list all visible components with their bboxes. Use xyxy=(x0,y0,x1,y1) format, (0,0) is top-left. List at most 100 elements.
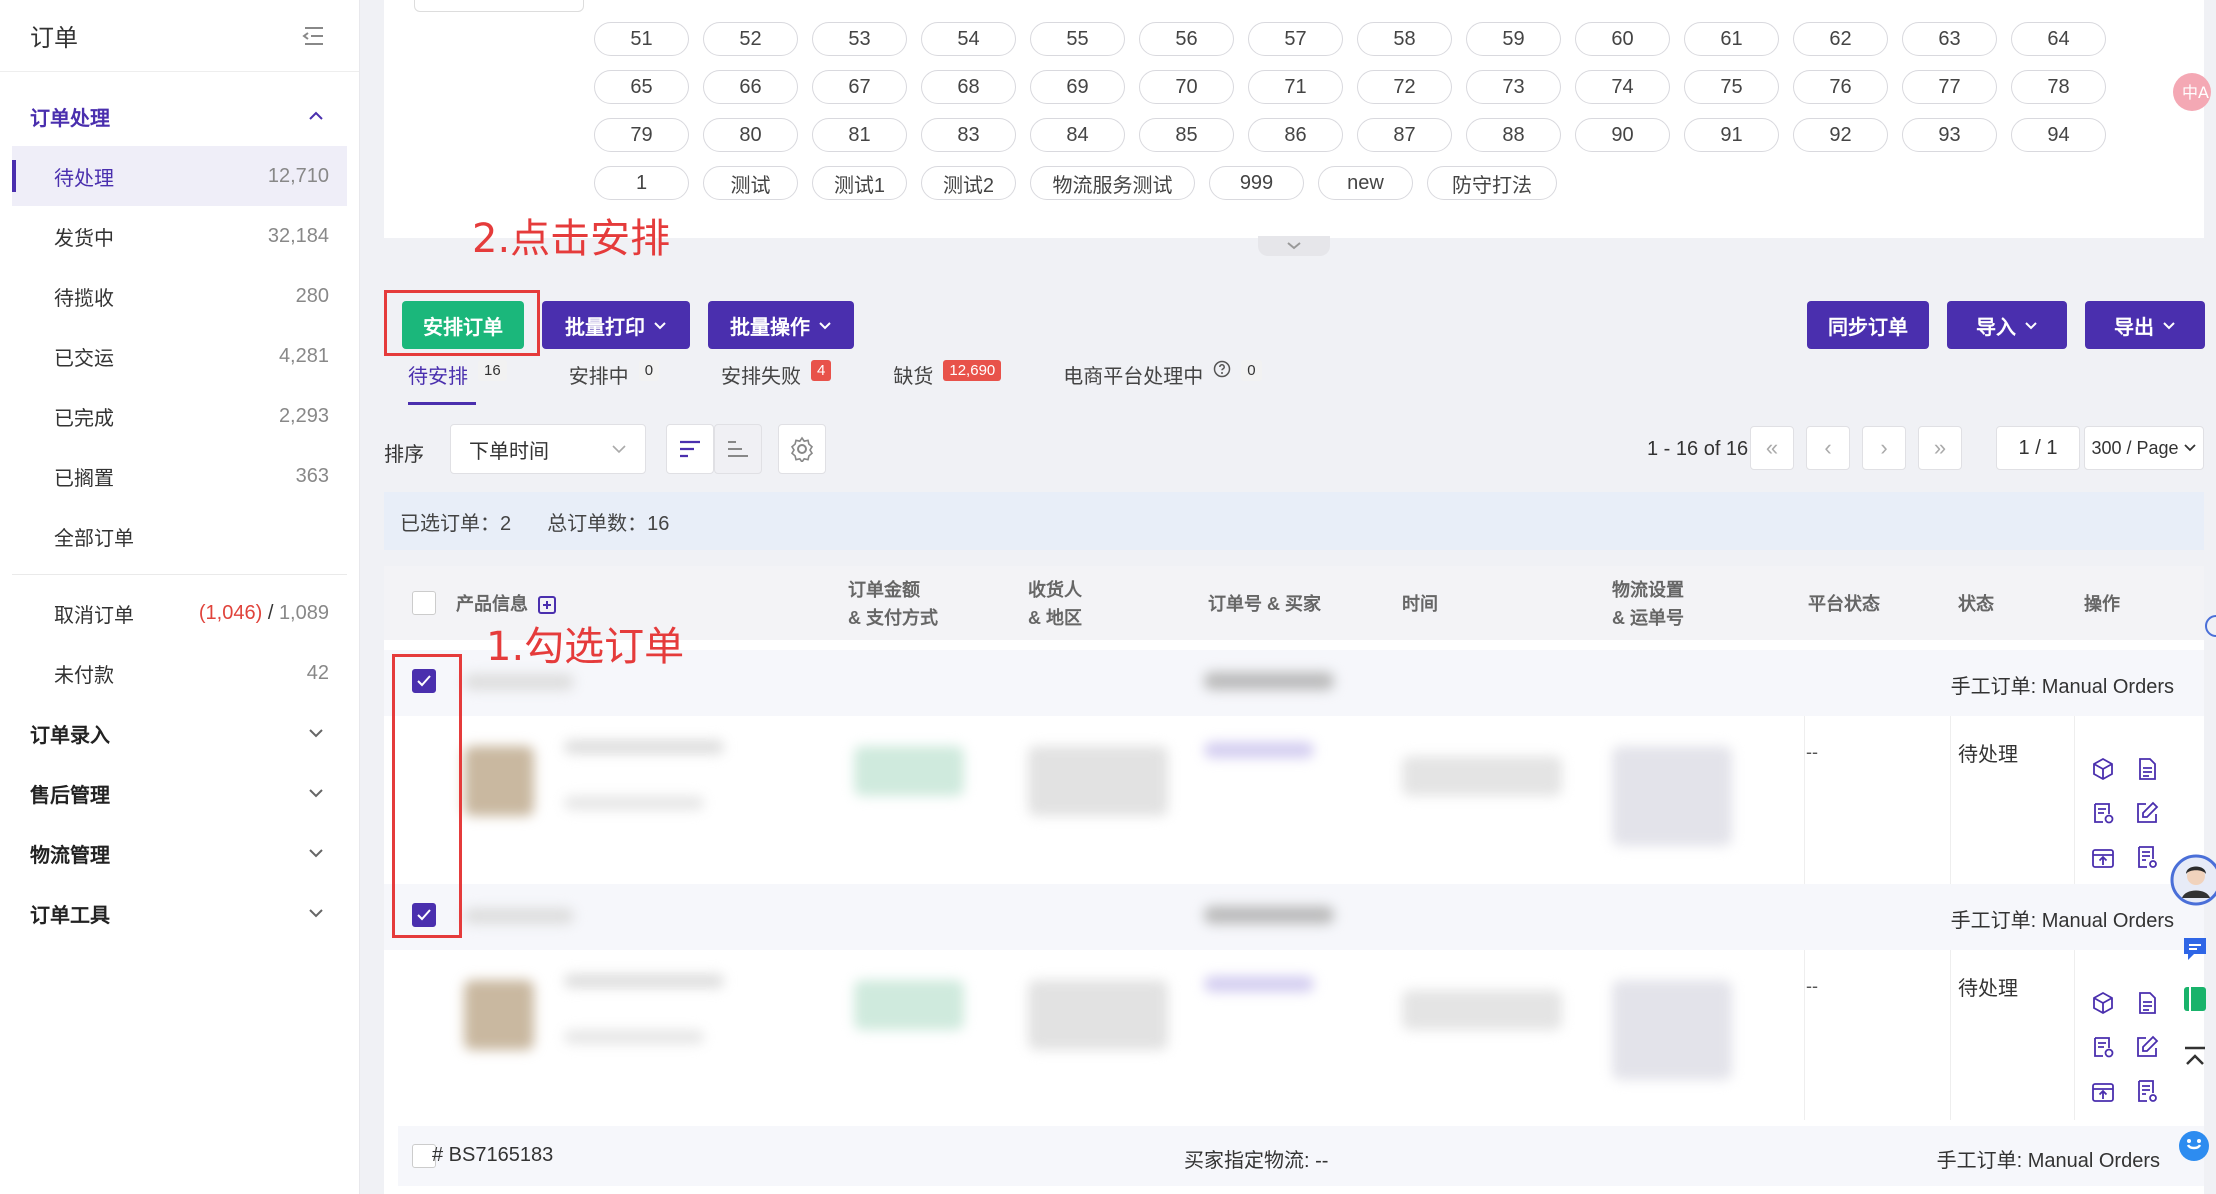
sidebar-group-after-sales[interactable]: 售后管理 xyxy=(0,763,359,823)
shop-chip[interactable]: 83 xyxy=(921,118,1016,152)
tab-arrange-failed[interactable]: 安排失败 4 xyxy=(721,360,832,410)
shop-chip[interactable]: 防守打法 xyxy=(1427,166,1557,200)
first-page-button[interactable]: « xyxy=(1750,426,1794,470)
shop-chip[interactable]: 51 xyxy=(594,22,689,56)
translate-icon[interactable]: 中A xyxy=(2172,72,2212,112)
expand-all-icon[interactable] xyxy=(538,596,556,615)
tab-to-arrange[interactable]: 待安排 16 xyxy=(408,360,507,410)
shop-chip[interactable]: 91 xyxy=(1684,118,1779,152)
shop-chip[interactable]: 53 xyxy=(812,22,907,56)
sidebar-item-on-hold[interactable]: 已搁置 363 xyxy=(12,446,347,506)
shop-chip[interactable]: 物流服务测试 xyxy=(1030,166,1195,200)
sort-ascending-button[interactable] xyxy=(714,424,762,474)
shop-chip[interactable]: 90 xyxy=(1575,118,1670,152)
sidebar-item-completed[interactable]: 已完成 2,293 xyxy=(12,386,347,446)
shop-chip[interactable]: 73 xyxy=(1466,70,1561,104)
shop-chip[interactable]: 71 xyxy=(1248,70,1343,104)
shop-chip[interactable]: 76 xyxy=(1793,70,1888,104)
shop-chip[interactable]: 68 xyxy=(921,70,1016,104)
batch-operations-button[interactable]: 批量操作 xyxy=(708,301,854,349)
shop-chip[interactable]: 69 xyxy=(1030,70,1125,104)
shop-chip[interactable]: 57 xyxy=(1248,22,1343,56)
tab-arranging[interactable]: 安排中 0 xyxy=(569,360,660,410)
sidebar-item-awaiting-pickup[interactable]: 待揽收 280 xyxy=(12,266,347,326)
shop-chip[interactable]: 64 xyxy=(2011,22,2106,56)
next-page-button[interactable]: › xyxy=(1862,426,1906,470)
shop-chip[interactable]: 75 xyxy=(1684,70,1779,104)
notes-icon[interactable] xyxy=(2134,844,2160,870)
sort-field-select[interactable]: 下单时间 xyxy=(450,424,646,474)
shop-chip[interactable]: 测试2 xyxy=(921,166,1016,200)
document-icon[interactable] xyxy=(2134,756,2160,782)
filter-field[interactable] xyxy=(414,0,584,12)
previous-page-button[interactable]: ‹ xyxy=(1806,426,1850,470)
expand-filter-toggle[interactable] xyxy=(1258,236,1330,256)
shop-chip[interactable]: 92 xyxy=(1793,118,1888,152)
shield-icon[interactable] xyxy=(2178,1130,2210,1162)
sidebar-group-order-processing[interactable]: 订单处理 xyxy=(0,86,359,146)
shop-chip[interactable]: 66 xyxy=(703,70,798,104)
shop-chip[interactable]: 85 xyxy=(1139,118,1234,152)
shop-chip[interactable]: 1 xyxy=(594,166,689,200)
column-settings-button[interactable] xyxy=(778,424,826,474)
notes-icon[interactable] xyxy=(2134,1078,2160,1104)
shop-chip[interactable]: 94 xyxy=(2011,118,2106,152)
shop-chip[interactable]: 55 xyxy=(1030,22,1125,56)
shop-chip[interactable]: 84 xyxy=(1030,118,1125,152)
edit-icon[interactable] xyxy=(2134,800,2160,826)
shop-chip[interactable]: 81 xyxy=(812,118,907,152)
sidebar-group-order-entry[interactable]: 订单录入 xyxy=(0,703,359,763)
shop-chip[interactable]: 999 xyxy=(1209,166,1304,200)
shop-chip[interactable]: 77 xyxy=(1902,70,1997,104)
shop-chip[interactable]: 93 xyxy=(1902,118,1997,152)
shop-chip[interactable]: 测试1 xyxy=(812,166,907,200)
shop-chip[interactable]: 62 xyxy=(1793,22,1888,56)
sidebar-item-handed-over[interactable]: 已交运 4,281 xyxy=(12,326,347,386)
tab-platform-processing[interactable]: 电商平台处理中 0 xyxy=(1063,360,1262,410)
shop-chip[interactable]: 65 xyxy=(594,70,689,104)
tab-out-of-stock[interactable]: 缺货 12,690 xyxy=(893,360,1002,410)
shop-chip[interactable]: 58 xyxy=(1357,22,1452,56)
shop-chip[interactable]: 70 xyxy=(1139,70,1234,104)
shop-chip[interactable]: 72 xyxy=(1357,70,1452,104)
upload-box-icon[interactable] xyxy=(2090,844,2116,870)
shop-chip[interactable]: 61 xyxy=(1684,22,1779,56)
shop-chip[interactable]: 54 xyxy=(921,22,1016,56)
help-icon[interactable] xyxy=(1213,360,1231,378)
shop-chip[interactable]: 87 xyxy=(1357,118,1452,152)
package-icon[interactable] xyxy=(2090,756,2116,782)
shop-chip[interactable]: 63 xyxy=(1902,22,1997,56)
select-all-checkbox[interactable] xyxy=(412,591,436,615)
list-settings-icon[interactable] xyxy=(2090,1034,2116,1060)
sidebar-item-pending[interactable]: 待处理 12,710 xyxy=(12,146,347,206)
shop-chip[interactable]: 80 xyxy=(703,118,798,152)
sort-descending-button[interactable] xyxy=(666,424,714,474)
shop-chip[interactable]: 79 xyxy=(594,118,689,152)
collapse-menu-icon[interactable] xyxy=(301,25,327,47)
shop-chip[interactable]: 测试 xyxy=(703,166,798,200)
shop-chip[interactable]: 67 xyxy=(812,70,907,104)
shop-chip[interactable]: 60 xyxy=(1575,22,1670,56)
shop-chip[interactable]: 88 xyxy=(1466,118,1561,152)
list-settings-icon[interactable] xyxy=(2090,800,2116,826)
shop-chip[interactable]: 78 xyxy=(2011,70,2106,104)
shop-chip[interactable]: 74 xyxy=(1575,70,1670,104)
sidebar-item-cancelled[interactable]: 取消订单 (1,046) / 1,089 xyxy=(12,583,347,643)
batch-print-button[interactable]: 批量打印 xyxy=(542,301,690,349)
sidebar-item-shipping[interactable]: 发货中 32,184 xyxy=(12,206,347,266)
last-page-button[interactable]: » xyxy=(1918,426,1962,470)
export-button[interactable]: 导出 xyxy=(2085,301,2205,349)
back-to-top-icon[interactable] xyxy=(2180,1044,2210,1072)
page-number-input[interactable]: 1 / 1 xyxy=(1996,426,2080,470)
arrange-orders-button[interactable]: 安排订单 xyxy=(402,301,524,349)
import-button[interactable]: 导入 xyxy=(1947,301,2067,349)
sidebar-item-unpaid[interactable]: 未付款 42 xyxy=(12,643,347,703)
upload-box-icon[interactable] xyxy=(2090,1078,2116,1104)
sidebar-item-all-orders[interactable]: 全部订单 xyxy=(12,506,347,566)
shop-chip[interactable]: 86 xyxy=(1248,118,1343,152)
message-icon[interactable] xyxy=(2180,934,2210,964)
shop-chip[interactable]: 56 xyxy=(1139,22,1234,56)
shop-chip[interactable]: 52 xyxy=(703,22,798,56)
page-size-select[interactable]: 300 / Page xyxy=(2084,426,2204,470)
sidebar-group-order-tools[interactable]: 订单工具 xyxy=(0,883,359,943)
